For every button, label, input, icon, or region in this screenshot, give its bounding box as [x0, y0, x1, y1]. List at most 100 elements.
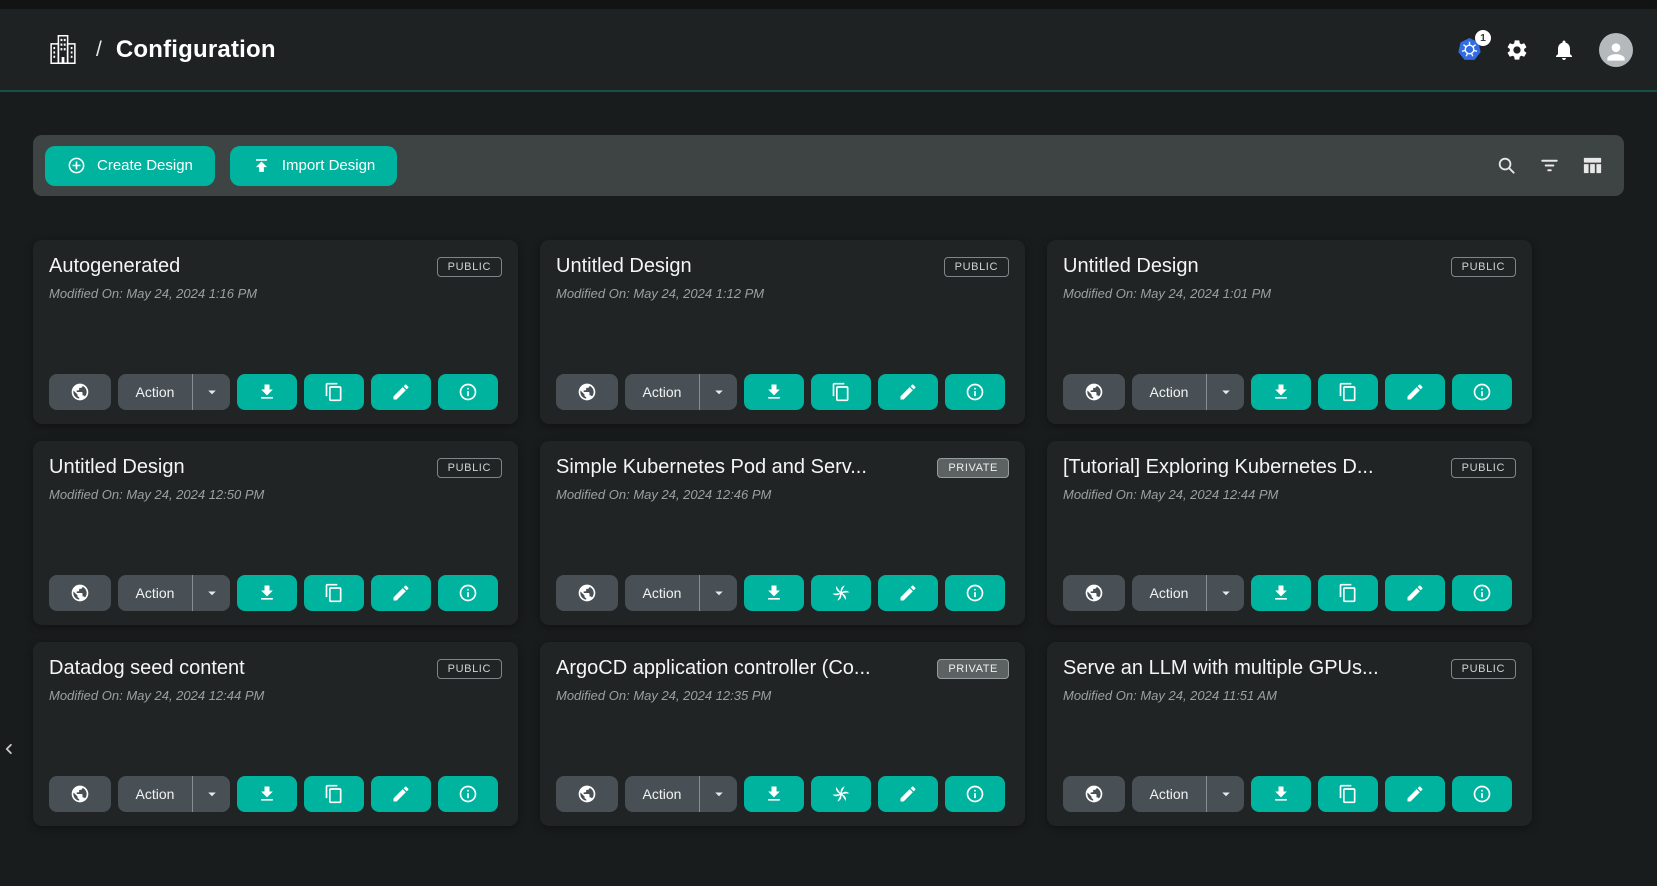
- action-dropdown-toggle[interactable]: [699, 374, 737, 410]
- publish-globe-button[interactable]: [556, 575, 618, 611]
- info-button[interactable]: [945, 575, 1005, 611]
- action-button-label: Action: [136, 786, 175, 802]
- info-button[interactable]: [1452, 575, 1512, 611]
- visibility-badge: PUBLIC: [437, 659, 502, 679]
- action-button[interactable]: Action: [625, 776, 699, 812]
- notifications-button[interactable]: [1552, 38, 1576, 62]
- modified-on-text: Modified On: May 24, 2024 12:46 PM: [556, 487, 1009, 502]
- edit-button[interactable]: [1385, 776, 1445, 812]
- action-button[interactable]: Action: [118, 776, 192, 812]
- main-content: Create Design Import Design Autogenerate…: [0, 135, 1657, 826]
- edit-button[interactable]: [371, 776, 431, 812]
- visibility-badge: PUBLIC: [1451, 257, 1516, 277]
- search-icon: [1495, 154, 1518, 177]
- info-button[interactable]: [945, 776, 1005, 812]
- action-dropdown-toggle[interactable]: [192, 776, 230, 812]
- clone-button[interactable]: [304, 575, 364, 611]
- publish-globe-button[interactable]: [1063, 575, 1125, 611]
- card-action-bar: Action: [1063, 374, 1516, 410]
- card-header: Autogenerated PUBLIC: [49, 255, 502, 278]
- settings-button[interactable]: [1505, 38, 1529, 62]
- action-dropdown-toggle[interactable]: [699, 776, 737, 812]
- action-dropdown-toggle[interactable]: [1206, 374, 1244, 410]
- action-split-button: Action: [625, 374, 737, 410]
- download-button[interactable]: [237, 575, 297, 611]
- edit-button[interactable]: [371, 374, 431, 410]
- clone-button[interactable]: [1318, 374, 1378, 410]
- action-dropdown-toggle[interactable]: [1206, 776, 1244, 812]
- info-button[interactable]: [1452, 776, 1512, 812]
- info-button[interactable]: [1452, 374, 1512, 410]
- download-button[interactable]: [1251, 776, 1311, 812]
- edit-button[interactable]: [878, 374, 938, 410]
- design-card: Untitled Design PUBLIC Modified On: May …: [540, 240, 1025, 424]
- collapse-panel-button[interactable]: [0, 733, 20, 765]
- clone-button[interactable]: [1318, 776, 1378, 812]
- visibility-badge: PRIVATE: [937, 659, 1009, 679]
- publish-globe-button[interactable]: [49, 374, 111, 410]
- action-split-button: Action: [1132, 374, 1244, 410]
- building-logo-icon[interactable]: [48, 33, 78, 66]
- copy-icon: [1338, 583, 1358, 603]
- download-button[interactable]: [1251, 374, 1311, 410]
- action-button[interactable]: Action: [625, 575, 699, 611]
- action-button[interactable]: Action: [1132, 776, 1206, 812]
- design-title: Untitled Design: [1063, 255, 1199, 278]
- action-button-label: Action: [643, 585, 682, 601]
- create-design-button[interactable]: Create Design: [45, 146, 215, 186]
- action-button[interactable]: Action: [118, 575, 192, 611]
- clone-button[interactable]: [304, 776, 364, 812]
- kubernetes-context-button[interactable]: 1: [1457, 37, 1482, 62]
- download-button[interactable]: [1251, 575, 1311, 611]
- action-dropdown-toggle[interactable]: [192, 575, 230, 611]
- action-split-button: Action: [118, 374, 230, 410]
- action-button[interactable]: Action: [1132, 374, 1206, 410]
- user-avatar[interactable]: [1599, 33, 1633, 67]
- info-button[interactable]: [438, 575, 498, 611]
- edit-icon: [391, 382, 411, 402]
- edit-button[interactable]: [1385, 374, 1445, 410]
- action-button[interactable]: Action: [1132, 575, 1206, 611]
- download-button[interactable]: [237, 374, 297, 410]
- info-button[interactable]: [438, 374, 498, 410]
- info-button[interactable]: [945, 374, 1005, 410]
- filter-button[interactable]: [1538, 154, 1561, 177]
- person-icon: [1603, 39, 1629, 65]
- edit-button[interactable]: [371, 575, 431, 611]
- action-dropdown-toggle[interactable]: [1206, 575, 1244, 611]
- bell-icon: [1552, 38, 1576, 62]
- header-row: / Configuration 1: [0, 9, 1657, 90]
- publish-globe-button[interactable]: [556, 374, 618, 410]
- chevron-down-icon: [710, 383, 728, 401]
- publish-globe-button[interactable]: [1063, 374, 1125, 410]
- download-button[interactable]: [744, 374, 804, 410]
- publish-globe-button[interactable]: [49, 575, 111, 611]
- clone-button[interactable]: [811, 575, 871, 611]
- clone-button[interactable]: [1318, 575, 1378, 611]
- edit-button[interactable]: [878, 575, 938, 611]
- clone-button[interactable]: [811, 776, 871, 812]
- download-button[interactable]: [744, 575, 804, 611]
- design-spiral-icon: [831, 784, 851, 804]
- info-button[interactable]: [438, 776, 498, 812]
- clone-button[interactable]: [811, 374, 871, 410]
- action-button[interactable]: Action: [625, 374, 699, 410]
- action-dropdown-toggle[interactable]: [699, 575, 737, 611]
- publish-globe-button[interactable]: [556, 776, 618, 812]
- edit-button[interactable]: [1385, 575, 1445, 611]
- download-button[interactable]: [744, 776, 804, 812]
- publish-globe-button[interactable]: [1063, 776, 1125, 812]
- search-button[interactable]: [1495, 154, 1518, 177]
- table-view-button[interactable]: [1581, 154, 1604, 177]
- info-icon: [965, 583, 985, 603]
- download-icon: [764, 382, 784, 402]
- clone-button[interactable]: [304, 374, 364, 410]
- download-button[interactable]: [237, 776, 297, 812]
- action-dropdown-toggle[interactable]: [192, 374, 230, 410]
- publish-globe-button[interactable]: [49, 776, 111, 812]
- action-button[interactable]: Action: [118, 374, 192, 410]
- chevron-down-icon: [710, 785, 728, 803]
- card-header: ArgoCD application controller (Co... PRI…: [556, 657, 1009, 680]
- import-design-button[interactable]: Import Design: [230, 146, 397, 186]
- edit-button[interactable]: [878, 776, 938, 812]
